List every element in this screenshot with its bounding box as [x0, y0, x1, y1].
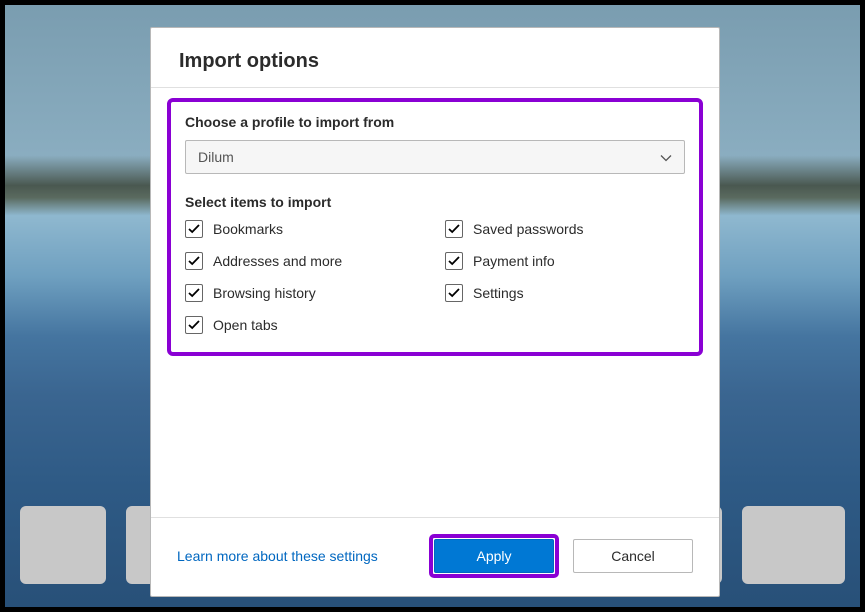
- highlighted-section: Choose a profile to import from Dilum Se…: [167, 98, 703, 356]
- cancel-button[interactable]: Cancel: [573, 539, 693, 573]
- apply-button[interactable]: Apply: [434, 539, 554, 573]
- checkbox-label: Settings: [473, 285, 524, 301]
- checkmark-icon: [445, 220, 463, 238]
- checkmark-icon: [185, 284, 203, 302]
- thumbnail[interactable]: [20, 506, 106, 584]
- checkbox-label: Open tabs: [213, 317, 278, 333]
- checkmark-icon: [185, 252, 203, 270]
- profile-select-label: Choose a profile to import from: [185, 114, 685, 130]
- apply-button-highlight: Apply: [429, 534, 559, 578]
- items-select-label: Select items to import: [185, 194, 685, 210]
- thumbnail[interactable]: [742, 506, 845, 584]
- checkbox-bookmarks[interactable]: Bookmarks: [185, 220, 425, 238]
- checkbox-label: Bookmarks: [213, 221, 283, 237]
- checkmark-icon: [185, 220, 203, 238]
- import-options-dialog: Import options Choose a profile to impor…: [150, 27, 720, 597]
- import-items-grid: Bookmarks Saved passwords Addresses and …: [185, 220, 685, 334]
- checkbox-payment-info[interactable]: Payment info: [445, 252, 685, 270]
- checkmark-icon: [445, 284, 463, 302]
- chevron-down-icon: [660, 149, 672, 165]
- checkbox-label: Saved passwords: [473, 221, 584, 237]
- checkbox-browsing-history[interactable]: Browsing history: [185, 284, 425, 302]
- checkbox-addresses[interactable]: Addresses and more: [185, 252, 425, 270]
- profile-select[interactable]: Dilum: [185, 140, 685, 174]
- checkbox-saved-passwords[interactable]: Saved passwords: [445, 220, 685, 238]
- checkmark-icon: [445, 252, 463, 270]
- checkbox-label: Browsing history: [213, 285, 316, 301]
- checkbox-label: Payment info: [473, 253, 555, 269]
- dialog-body: Choose a profile to import from Dilum Se…: [151, 88, 719, 517]
- dialog-title: Import options: [151, 28, 719, 88]
- dialog-footer: Learn more about these settings Apply Ca…: [151, 517, 719, 596]
- profile-selected-value: Dilum: [198, 149, 234, 165]
- checkbox-label: Addresses and more: [213, 253, 342, 269]
- checkbox-settings[interactable]: Settings: [445, 284, 685, 302]
- checkbox-open-tabs[interactable]: Open tabs: [185, 316, 425, 334]
- checkmark-icon: [185, 316, 203, 334]
- learn-more-link[interactable]: Learn more about these settings: [177, 548, 415, 564]
